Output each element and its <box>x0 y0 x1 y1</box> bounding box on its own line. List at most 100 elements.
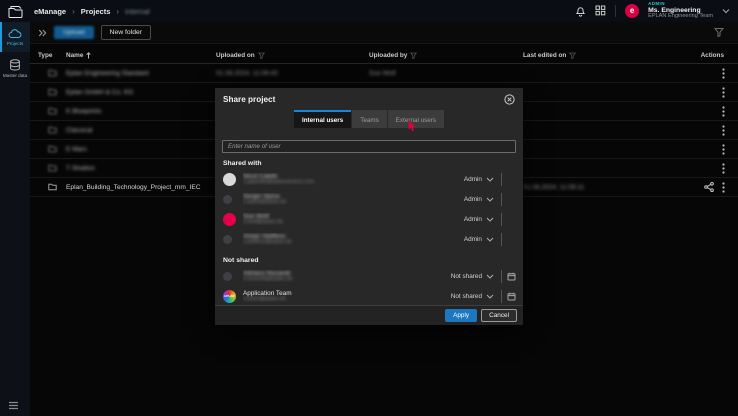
column-uploaded-by-label: Uploaded by <box>369 52 407 59</box>
role-dropdown[interactable] <box>486 177 494 182</box>
close-circle-icon <box>504 94 515 105</box>
table-row[interactable]: Eplan Engineering Standard 01.08.2024, 1… <box>30 64 738 83</box>
close-dialog-button[interactable] <box>504 94 515 105</box>
user-avatar <box>223 173 236 186</box>
project-name[interactable]: K Blueprints <box>66 108 216 115</box>
left-sidebar: Projects Master data <box>0 22 30 416</box>
chevron-down-icon <box>486 274 494 279</box>
app-logo[interactable] <box>0 0 30 22</box>
not-shared-user-row: Adriano Nocandi a.nocandi@eplan.de Not s… <box>215 266 523 286</box>
double-chevron-right-icon <box>38 29 47 37</box>
expand-panel-button[interactable] <box>38 29 47 37</box>
dialog-title: Share project <box>223 95 275 104</box>
user-email: v.steffens@eplan.de <box>243 240 430 246</box>
breadcrumb-folder[interactable]: internal <box>125 7 150 16</box>
role-dropdown[interactable] <box>486 274 494 279</box>
column-uploaded-by[interactable]: Uploaded by <box>369 52 523 59</box>
team-email: a.team@eplan.de <box>243 297 430 303</box>
sidebar-item-label: Master data <box>3 73 27 78</box>
row-divider <box>501 193 502 206</box>
new-folder-button[interactable]: New folder <box>101 25 152 40</box>
role-value: Not shared <box>451 293 482 300</box>
project-name[interactable]: E Mars <box>66 146 216 153</box>
mouse-cursor <box>408 120 417 132</box>
kebab-icon[interactable] <box>722 106 725 117</box>
folder-icon <box>38 69 66 77</box>
grid-icon <box>595 5 606 16</box>
user-email: s.wolf@eplan.de <box>243 220 430 226</box>
folder-icon <box>38 107 66 115</box>
database-icon <box>9 59 21 71</box>
sidebar-item-projects[interactable]: Projects <box>0 22 30 52</box>
share-date-button[interactable] <box>504 272 518 281</box>
user-avatar[interactable]: e <box>625 4 639 18</box>
project-name[interactable]: T Stratton <box>66 165 216 172</box>
user-info[interactable]: ADMIN Ms. Engineering EPLAN Engineering … <box>648 2 713 20</box>
share-date-button[interactable] <box>504 292 518 301</box>
funnel-icon <box>258 52 265 59</box>
column-type[interactable]: Type <box>38 52 66 59</box>
kebab-icon[interactable] <box>722 144 725 155</box>
cancel-button[interactable]: Cancel <box>481 309 517 322</box>
not-shared-label: Not shared <box>215 249 523 266</box>
user-search-input[interactable] <box>222 140 516 153</box>
folder-window-icon <box>8 5 23 18</box>
role-dropdown[interactable] <box>486 237 494 242</box>
tab-teams[interactable]: Teams <box>352 110 387 128</box>
chevron-down-icon <box>486 217 494 222</box>
arrow-up-icon <box>86 52 91 59</box>
column-actions: Actions <box>701 52 738 59</box>
upload-button[interactable]: Upload <box>54 26 94 39</box>
project-name[interactable]: Eplan_Building_Technology_Project_mm_IEC <box>66 184 216 191</box>
share-icon[interactable] <box>704 182 714 192</box>
user-menu-chevron[interactable] <box>722 8 730 14</box>
row-divider <box>501 173 502 186</box>
kebab-icon[interactable] <box>722 163 725 174</box>
team-avatar-text: EPLAN <box>224 294 234 298</box>
shared-user-row: Vivian Steffens v.steffens@eplan.de Admi… <box>215 229 523 249</box>
funnel-icon <box>410 52 417 59</box>
sidebar-collapse-button[interactable] <box>8 401 19 410</box>
apps-menu-button[interactable] <box>595 5 606 16</box>
role-dropdown[interactable] <box>486 197 494 202</box>
app-window: eManage › Projects › internal e <box>0 0 738 416</box>
column-name[interactable]: Name <box>66 52 216 59</box>
dialog-footer: Apply Cancel <box>215 305 523 325</box>
kebab-icon[interactable] <box>722 125 725 136</box>
funnel-icon <box>569 52 576 59</box>
column-uploaded-on-label: Uploaded on <box>216 52 255 59</box>
column-uploaded-on[interactable]: Uploaded on <box>216 52 369 59</box>
project-name[interactable]: Classical <box>66 127 216 134</box>
kebab-icon[interactable] <box>722 68 725 79</box>
avatar-glyph: e <box>630 6 634 15</box>
sidebar-item-label: Projects <box>7 41 24 46</box>
tab-internal-users[interactable]: Internal users <box>294 110 351 128</box>
table-filter-button[interactable] <box>714 27 724 37</box>
role-dropdown[interactable] <box>486 294 494 299</box>
folder-icon <box>38 183 66 191</box>
folder-icon <box>38 164 66 172</box>
apply-button[interactable]: Apply <box>445 309 477 322</box>
row-divider <box>501 270 502 283</box>
shared-user-row: Sue Wolf s.wolf@eplan.de Admin <box>215 209 523 229</box>
chevron-down-icon <box>722 8 730 14</box>
not-shared-team-row: EPLAN Application Team a.team@eplan.de N… <box>215 286 523 306</box>
breadcrumb-projects[interactable]: Projects <box>81 7 111 16</box>
role-dropdown[interactable] <box>486 217 494 222</box>
role-value: Not shared <box>451 273 482 280</box>
share-project-dialog: Share project Internal users Teams Exter… <box>215 88 523 325</box>
role-value: Admin <box>464 176 482 183</box>
folder-icon <box>38 145 66 153</box>
sidebar-item-master-data[interactable]: Master data <box>0 52 30 84</box>
breadcrumb-app[interactable]: eManage <box>34 7 66 16</box>
notifications-button[interactable] <box>575 5 586 17</box>
last-edited-value: 01.08.2024, 11:08:11 <box>523 184 691 191</box>
column-last-edited-on[interactable]: Last edited on <box>523 52 691 59</box>
project-name[interactable]: Eplan GmbH & Co. KG <box>66 89 216 96</box>
kebab-icon[interactable] <box>722 87 725 98</box>
folder-icon <box>38 126 66 134</box>
share-tabs: Internal users Teams External users <box>215 110 523 128</box>
funnel-icon <box>714 27 724 37</box>
kebab-icon[interactable] <box>722 182 725 193</box>
project-name[interactable]: Eplan Engineering Standard <box>66 70 216 77</box>
